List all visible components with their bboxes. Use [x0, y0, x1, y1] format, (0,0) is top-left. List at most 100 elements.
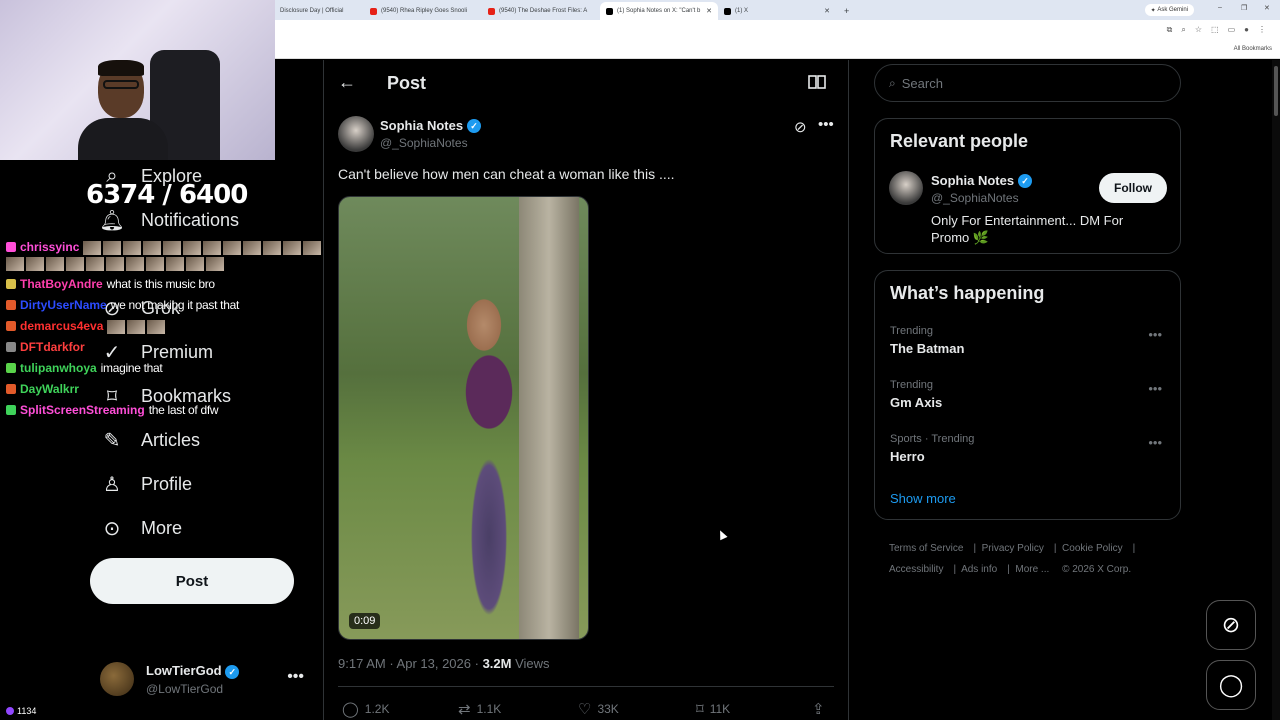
- person-handle[interactable]: @_SophiaNotes: [931, 191, 1019, 205]
- account-handle: @LowTierGod: [146, 682, 224, 696]
- nav-articles[interactable]: ✎ Articles: [100, 420, 200, 460]
- views-count: 3.2M: [482, 656, 512, 671]
- search-placeholder: Search: [901, 75, 943, 91]
- mouse-cursor: [716, 528, 728, 541]
- post-button[interactable]: Post: [90, 558, 294, 604]
- cookie-link[interactable]: Cookie Policy: [1062, 543, 1123, 554]
- grok-fab-button[interactable]: ⊘: [1206, 600, 1256, 650]
- maximize-icon[interactable]: ❐: [1241, 4, 1247, 12]
- chat-line: DirtyUserName we not making it past that: [6, 298, 239, 312]
- all-bookmarks[interactable]: All Bookmarks: [1234, 46, 1272, 52]
- column-divider: [848, 60, 849, 720]
- chat-message: we not making it past that: [110, 298, 240, 312]
- more-icon[interactable]: •••: [1148, 435, 1162, 450]
- more-icon[interactable]: •••: [1148, 381, 1162, 396]
- bell-icon: 🔔︎: [99, 209, 125, 232]
- goal-counter: 6374 / 6400: [86, 180, 248, 210]
- show-more-link[interactable]: Show more: [890, 491, 956, 506]
- nav-label: Premium: [141, 341, 214, 362]
- trend-item[interactable]: Trending Gm Axis •••: [890, 379, 1170, 410]
- new-tab-button[interactable]: +: [838, 2, 854, 20]
- post-video[interactable]: 0:09: [338, 196, 589, 640]
- zoom-icon[interactable]: ⌕: [1181, 25, 1185, 35]
- views-label: Views: [515, 656, 550, 671]
- divider: [338, 686, 834, 687]
- scrollbar-thumb[interactable]: [1274, 66, 1278, 116]
- nav-label: Profile: [141, 473, 193, 494]
- repost-button[interactable]: ⇄ 1.1K: [458, 700, 501, 718]
- accessibility-link[interactable]: Accessibility: [889, 564, 943, 575]
- ask-gemini-button[interactable]: ✦ Ask Gemini: [1144, 4, 1194, 16]
- tab-title: (9540) Rhea Ripley Goes Snooli: [381, 8, 468, 14]
- person-icon: ♙: [103, 473, 121, 496]
- trend-item[interactable]: Trending The Batman •••: [890, 325, 1170, 356]
- repost-count: 1.1K: [476, 702, 502, 716]
- follow-button[interactable]: Follow: [1099, 173, 1167, 203]
- search-input[interactable]: ⌕ Search: [874, 64, 1181, 102]
- sidebar-icon[interactable]: ▭: [1228, 25, 1236, 35]
- author-avatar[interactable]: [338, 116, 374, 152]
- post-time[interactable]: 9:17 AM: [338, 656, 386, 671]
- chat-user: SplitScreenStreaming: [20, 403, 145, 417]
- author-handle[interactable]: @_SophiaNotes: [380, 136, 468, 150]
- more-icon[interactable]: •••: [818, 116, 834, 133]
- account-switcher[interactable]: LowTierGod ✓ @LowTierGod •••: [100, 660, 310, 704]
- page-title: Post: [387, 73, 427, 93]
- trend-topic: Herro: [890, 449, 925, 464]
- more-icon[interactable]: •••: [1148, 327, 1162, 342]
- trend-category: Sports · Trending: [890, 433, 975, 445]
- chat-user: DirtyUserName: [20, 298, 107, 312]
- browser-tab[interactable]: Disclosure Day | Official: [274, 2, 364, 20]
- browser-tab[interactable]: (9540) The Deshae Frost Files: A: [482, 2, 600, 20]
- nav-more[interactable]: ⊙ More: [100, 508, 182, 548]
- article-icon: ✎: [103, 429, 121, 452]
- extensions-icon[interactable]: ⬚: [1211, 25, 1219, 35]
- viewer-count: 1134: [6, 706, 36, 716]
- back-arrow-icon[interactable]: ←: [338, 72, 356, 93]
- more-icon[interactable]: •••: [287, 668, 304, 686]
- streamer-hair: [98, 60, 144, 76]
- video-duration: 0:09: [349, 613, 381, 629]
- copyright: © 2026 X Corp.: [1062, 564, 1132, 575]
- badge-icon: [6, 363, 16, 373]
- messages-fab-button[interactable]: ◯: [1206, 660, 1256, 710]
- minimize-icon[interactable]: –: [1218, 4, 1222, 11]
- menu-icon[interactable]: ⋮: [1258, 25, 1266, 35]
- trend-item[interactable]: Sports · Trending Herro •••: [890, 433, 1170, 464]
- close-window-icon[interactable]: ✕: [1264, 4, 1270, 12]
- privacy-link[interactable]: Privacy Policy: [982, 543, 1044, 554]
- toolbar-icons: ⧉ ⌕ ☆ ⬚ ▭ ● ⋮: [1167, 25, 1266, 35]
- reply-button[interactable]: ◯ 1.2K: [342, 700, 389, 718]
- person-name[interactable]: Sophia Notes ✓: [931, 173, 1033, 188]
- chat-line: tulipanwhoya imagine that: [6, 361, 163, 375]
- install-icon[interactable]: ⧉: [1167, 25, 1173, 35]
- like-button[interactable]: ♡ 33K: [578, 700, 619, 718]
- close-tab-icon[interactable]: ✕: [702, 7, 712, 15]
- video-frame: [519, 197, 579, 639]
- more-link[interactable]: More ...: [1015, 564, 1049, 575]
- reader-mode-icon[interactable]: [808, 74, 826, 90]
- close-tab-icon[interactable]: ✕: [820, 7, 830, 15]
- post-date[interactable]: Apr 13, 2026: [397, 656, 471, 671]
- avatar[interactable]: [889, 171, 923, 205]
- ads-link[interactable]: Ads info: [961, 564, 997, 575]
- section-title: Relevant people: [890, 131, 1029, 151]
- more-circle-icon: ⊙: [103, 517, 121, 540]
- chat-line: demarcus4eva: [6, 319, 167, 334]
- profile-icon[interactable]: ●: [1244, 25, 1249, 35]
- person-bio: Only For Entertainment... DM For Promo 🌿: [931, 213, 1124, 245]
- terms-link[interactable]: Terms of Service: [889, 543, 963, 554]
- post-text: Can't believe how men can cheat a woman …: [338, 166, 675, 182]
- x-logo-icon: [606, 7, 613, 15]
- star-icon[interactable]: ☆: [1195, 25, 1202, 35]
- bookmark-button[interactable]: ⌑ 11K: [696, 700, 730, 718]
- nav-profile[interactable]: ♙ Profile: [100, 464, 192, 504]
- browser-tab[interactable]: (9540) Rhea Ripley Goes Snooli: [364, 2, 482, 20]
- browser-tab[interactable]: (1) X ✕: [718, 2, 836, 20]
- author-name[interactable]: Sophia Notes ✓: [380, 118, 482, 133]
- youtube-icon: [488, 7, 495, 15]
- grok-icon[interactable]: ⊘: [794, 118, 807, 136]
- browser-tab-active[interactable]: (1) Sophia Notes on X: "Can't b ✕: [600, 2, 718, 20]
- share-button[interactable]: ⇪: [812, 700, 825, 718]
- scrollbar[interactable]: [1272, 60, 1280, 720]
